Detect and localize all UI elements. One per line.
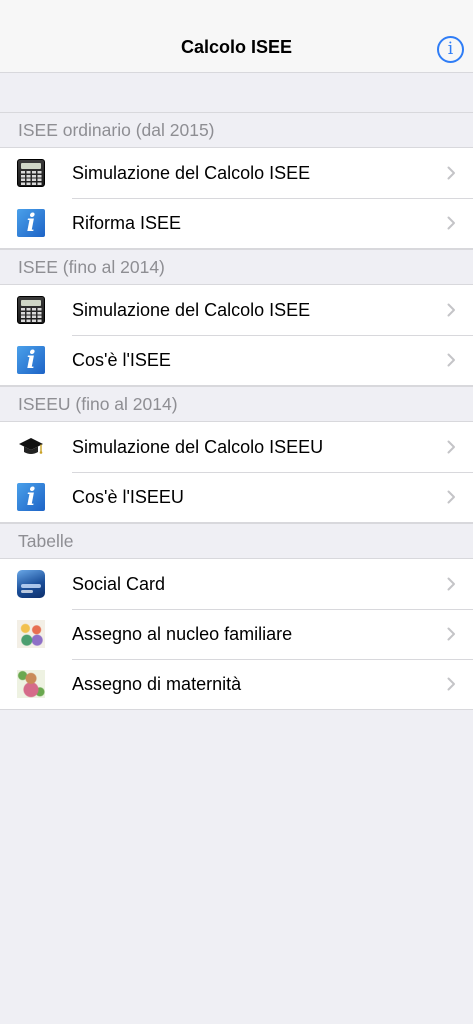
chevron-right-icon xyxy=(447,627,456,641)
section-group: Simulazione del Calcolo ISEE i Riforma ISE… xyxy=(0,147,473,249)
list-item[interactable]: i Riforma ISEE xyxy=(0,198,473,248)
chevron-right-icon xyxy=(447,303,456,317)
section-header: Tabelle xyxy=(0,523,473,558)
list-item[interactable]: i Cos'è l'ISEEU xyxy=(0,472,473,522)
graduation-cap-icon xyxy=(17,433,45,461)
family-icon xyxy=(17,620,45,648)
navigation-bar: Calcolo ISEE i xyxy=(0,0,473,73)
chevron-right-icon xyxy=(447,216,456,230)
chevron-right-icon xyxy=(447,166,456,180)
chevron-right-icon xyxy=(447,490,456,504)
maternity-icon xyxy=(17,670,45,698)
section-group: Social Card Assegno al nucleo familiare As… xyxy=(0,558,473,710)
section-group: Simulazione del Calcolo ISEEU i Cos'è l'IS… xyxy=(0,421,473,523)
list-item-label: Simulazione del Calcolo ISEE xyxy=(72,300,311,320)
section-group: Simulazione del Calcolo ISEE i Cos'è l'ISE… xyxy=(0,284,473,386)
chevron-right-icon xyxy=(447,353,456,367)
info-icon: i xyxy=(17,209,45,237)
calculator-icon xyxy=(17,296,45,324)
info-icon: i xyxy=(17,346,45,374)
section-header: ISEE (fino al 2014) xyxy=(0,249,473,284)
list-item-label: Assegno di maternità xyxy=(72,674,242,694)
list-item[interactable]: Simulazione del Calcolo ISEEU xyxy=(0,422,473,472)
list-item[interactable]: Assegno di maternità xyxy=(0,659,473,709)
list-item-label: Cos'è l'ISEEU xyxy=(72,487,184,507)
list-item-label: Riforma ISEE xyxy=(72,213,182,233)
list-item-label: Simulazione del Calcolo ISEE xyxy=(72,163,311,183)
menu-list: ISEE ordinario (dal 2015) Simulazione del… xyxy=(0,112,473,710)
chevron-right-icon xyxy=(447,677,456,691)
page-title: Calcolo ISEE xyxy=(180,37,293,57)
list-item-label: Social Card xyxy=(72,574,166,594)
chevron-right-icon xyxy=(447,577,456,591)
list-item[interactable]: i Cos'è l'ISEE xyxy=(0,335,473,385)
list-item-label: Simulazione del Calcolo ISEEU xyxy=(72,437,324,457)
info-icon: i xyxy=(17,483,45,511)
list-item-label: Cos'è l'ISEE xyxy=(72,350,171,370)
social-card-icon xyxy=(17,570,45,598)
section-header: ISEEU (fino al 2014) xyxy=(0,386,473,421)
calculator-icon xyxy=(17,159,45,187)
list-item[interactable]: Simulazione del Calcolo ISEE xyxy=(0,285,473,335)
list-item[interactable]: Simulazione del Calcolo ISEE xyxy=(0,148,473,198)
info-icon[interactable]: i xyxy=(437,36,464,63)
list-item[interactable]: Social Card xyxy=(0,559,473,609)
chevron-right-icon xyxy=(447,440,456,454)
section-header: ISEE ordinario (dal 2015) xyxy=(0,112,473,147)
list-item-label: Assegno al nucleo familiare xyxy=(72,624,293,644)
list-item[interactable]: Assegno al nucleo familiare xyxy=(0,609,473,659)
